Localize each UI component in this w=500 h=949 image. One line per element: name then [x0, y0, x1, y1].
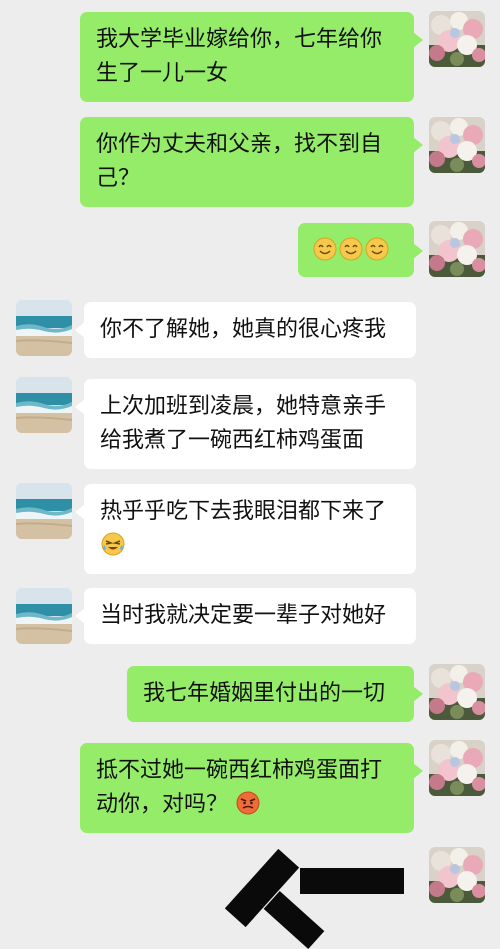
- redaction-stroke: [263, 891, 325, 949]
- message-bubble[interactable]: 我大学毕业嫁给你，七年给你生了一儿一女: [80, 12, 423, 102]
- contact-avatar[interactable]: [16, 483, 72, 539]
- contact-avatar[interactable]: [16, 377, 72, 433]
- angry-icon: [236, 791, 260, 815]
- message-bubble[interactable]: 你作为丈夫和父亲，找不到自己？: [80, 117, 423, 207]
- self-avatar[interactable]: [429, 847, 485, 903]
- message-bubble[interactable]: 当时我就决定要一辈子对她好: [75, 588, 416, 644]
- self-avatar[interactable]: [429, 664, 485, 720]
- message-bubble[interactable]: 你不了解她，她真的很心疼我: [75, 302, 416, 358]
- message-bubble[interactable]: 抵不过她一碗西红柿鸡蛋面打动你，对吗？: [80, 743, 423, 833]
- self-avatar[interactable]: [429, 117, 485, 173]
- message-bubble[interactable]: [298, 223, 423, 277]
- message-bubble[interactable]: 我七年婚姻里付出的一切: [127, 666, 423, 722]
- self-avatar[interactable]: [429, 740, 485, 796]
- self-avatar[interactable]: [429, 11, 485, 67]
- smile-icon: [313, 237, 337, 261]
- redaction-bar: [300, 868, 404, 894]
- smile-icon: [339, 237, 363, 261]
- crying-laugh-icon: [101, 532, 125, 556]
- self-avatar[interactable]: [429, 221, 485, 277]
- smile-icon: [365, 237, 389, 261]
- message-text: 热乎乎吃下去我眼泪都下来了: [100, 499, 387, 524]
- message-bubble[interactable]: 上次加班到凌晨，她特意亲手给我煮了一碗西红柿鸡蛋面: [75, 379, 416, 469]
- contact-avatar[interactable]: [16, 300, 72, 356]
- contact-avatar[interactable]: [16, 588, 72, 644]
- message-bubble[interactable]: 热乎乎吃下去我眼泪都下来了: [75, 484, 416, 574]
